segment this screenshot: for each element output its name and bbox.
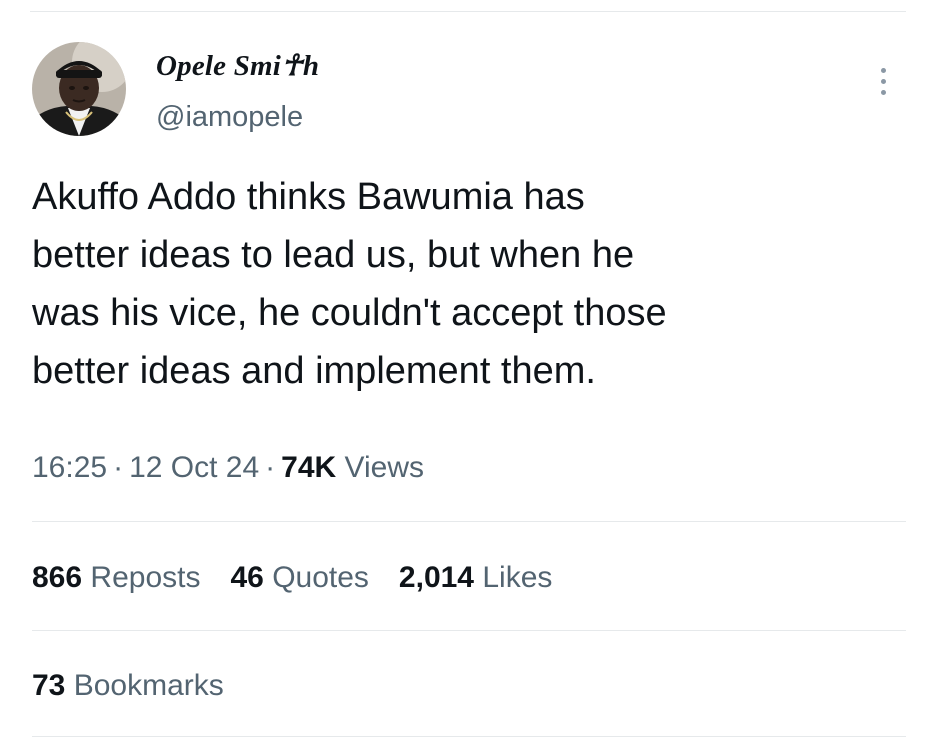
more-options-button[interactable] bbox=[869, 60, 899, 104]
more-vertical-icon bbox=[881, 90, 886, 95]
more-vertical-icon bbox=[881, 79, 886, 84]
quotes-count: 46 bbox=[230, 561, 264, 594]
author-display-name[interactable]: Opele Smi☥h bbox=[156, 48, 319, 84]
likes-label: Likes bbox=[482, 561, 553, 594]
more-vertical-icon bbox=[881, 68, 886, 73]
top-divider bbox=[30, 11, 906, 12]
bookmarks-label: Bookmarks bbox=[73, 669, 224, 702]
separator-dot: · bbox=[113, 451, 124, 484]
separator-dot: · bbox=[265, 451, 276, 484]
tweet-text: Akuffo Addo thinks Bawumia has better id… bbox=[32, 168, 892, 400]
author-handle[interactable]: @iamopele bbox=[156, 99, 303, 135]
avatar-image bbox=[32, 42, 126, 136]
divider bbox=[32, 736, 906, 737]
views-count: 74K bbox=[281, 451, 337, 484]
likes-stat[interactable]: 2,014 Likes bbox=[399, 561, 552, 594]
likes-count: 2,014 bbox=[398, 561, 474, 594]
avatar[interactable] bbox=[32, 42, 126, 136]
reposts-count: 866 bbox=[32, 561, 83, 594]
tweet-meta: 16:25 · 12 Oct 24 · 74K Views bbox=[32, 448, 424, 488]
tweet-text-line: better ideas and implement them. bbox=[32, 350, 596, 392]
bookmarks-count: 73 bbox=[32, 669, 66, 702]
reposts-stat[interactable]: 866 Reposts bbox=[32, 561, 200, 594]
divider bbox=[32, 630, 906, 631]
tweet-time[interactable]: 16:25 bbox=[32, 451, 107, 484]
bookmarks-stat[interactable]: 73 Bookmarks bbox=[32, 666, 224, 706]
divider bbox=[32, 521, 906, 522]
tweet-text-line: was his vice, he couldn't accept those bbox=[32, 292, 667, 334]
tweet-text-line: better ideas to lead us, but when he bbox=[32, 234, 635, 276]
views-label: Views bbox=[344, 451, 425, 484]
engagement-stats: 866 Reposts 46 Quotes 2,014 Likes bbox=[32, 558, 582, 598]
reposts-label: Reposts bbox=[90, 561, 201, 594]
quotes-label: Quotes bbox=[272, 561, 369, 594]
tweet-text-line: Akuffo Addo thinks Bawumia has bbox=[32, 176, 585, 218]
tweet-date[interactable]: 12 Oct 24 bbox=[129, 451, 259, 484]
quotes-stat[interactable]: 46 Quotes bbox=[230, 561, 368, 594]
